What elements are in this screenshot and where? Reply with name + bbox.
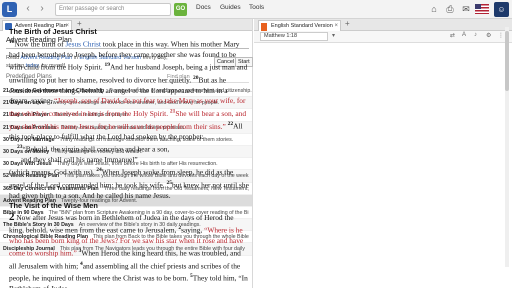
audio-icon[interactable]: ♪ [474,32,477,38]
flag-us-icon[interactable] [475,4,489,14]
top-toolbar: L ‹ › Enter passage or search GO Docs Gu… [0,0,512,19]
search-input[interactable]: Enter passage or search [55,3,171,16]
forward-icon[interactable]: › [36,3,48,15]
print-icon[interactable]: ⎙ [444,3,456,15]
section-heading: The Visit of the Wise Men [9,201,98,211]
more-icon[interactable]: ⋮ [498,32,504,39]
reader-toolbar: Matthew 1:18 ▾ ⇄ A ♪ ⚙ ⋮ [254,31,512,43]
font-size-icon[interactable]: A [462,32,466,38]
book-icon [261,22,267,31]
tools-menu[interactable]: Tools [249,4,264,11]
settings-icon[interactable]: ⚙ [486,32,491,39]
scroll-thumb[interactable] [505,31,509,91]
back-icon[interactable]: ‹ [22,3,34,15]
verse-text: 2 Now after Jesus was born in Bethlehem … [9,210,248,288]
bible-reader-panel: English Standard Version × + Matthew 1:1… [254,19,512,288]
tab-label: English Standard Version [271,23,333,29]
avatar-icon[interactable]: ☺ [494,2,509,17]
chevron-down-icon[interactable]: ▾ [332,32,335,39]
guides-menu[interactable]: Guides [220,4,241,11]
chat-icon[interactable]: ✉ [460,3,472,15]
verse-text: 18Now the birth of Jesus Christ took pla… [9,39,248,142]
chapter-number: 2 [9,210,15,223]
home-icon[interactable]: ⌂ [428,3,440,15]
section-heading: The Birth of Jesus Christ [9,27,97,36]
tab-english-standard-version[interactable]: English Standard Version × [258,20,341,31]
sync-icon[interactable]: ⇄ [450,32,455,39]
close-icon[interactable]: × [334,21,338,31]
reader-scrollbar[interactable] [505,27,509,267]
verse-poetry: 23“Behold, the virgin shall conceive and… [17,144,170,165]
verse-text: (which means, God with us). 24When Josep… [9,167,249,200]
bible-text: The Birth of Jesus Christ 18Now the birt… [9,27,249,288]
reference-input[interactable]: Matthew 1:18 [260,32,328,41]
go-button[interactable]: GO [174,3,187,16]
add-tab-icon[interactable]: + [345,19,350,28]
right-tabstrip: English Standard Version × + [254,19,512,31]
app-logo[interactable]: L [2,2,17,17]
docs-menu[interactable]: Docs [196,4,211,11]
